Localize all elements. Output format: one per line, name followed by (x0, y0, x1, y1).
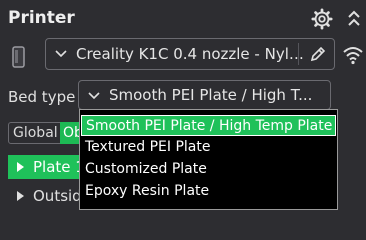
bed-type-select[interactable]: Smooth PEI Plate / High T... (78, 80, 331, 110)
printer-name: Creality K1C 0.4 nozzle - Nylon (76, 45, 304, 63)
section-title: Printer (8, 8, 75, 28)
dropdown-option-customized[interactable]: Customized Plate (81, 159, 336, 180)
wifi-icon[interactable] (342, 45, 364, 65)
tree-item-outside[interactable]: Outside (8, 184, 91, 208)
dropdown-option-smooth-pei[interactable]: Smooth PEI Plate / High Temp Plate (81, 115, 336, 136)
tab-objects[interactable]: Objects (60, 122, 80, 144)
divider (298, 43, 299, 65)
gear-icon[interactable] (310, 8, 334, 30)
bed-type-value: Smooth PEI Plate / High T... (109, 86, 313, 104)
bed-type-label: Bed type (8, 88, 76, 106)
dropdown-option-epoxy-resin[interactable]: Epoxy Resin Plate (81, 181, 336, 202)
tree-item-label: Plate 1 (33, 158, 85, 176)
expand-arrow-icon[interactable] (17, 162, 24, 172)
tab-global[interactable]: Global (8, 122, 63, 144)
chevron-up-double-icon[interactable] (346, 8, 362, 30)
chevron-down-icon (55, 50, 67, 58)
printer-select[interactable]: Creality K1C 0.4 nozzle - Nylon (45, 38, 335, 70)
bed-type-dropdown-list: Smooth PEI Plate / High Temp Plate Textu… (79, 109, 338, 210)
dropdown-option-textured-pei[interactable]: Textured PEI Plate (81, 137, 336, 158)
expand-arrow-icon[interactable] (17, 191, 24, 201)
printer-icon (12, 46, 25, 68)
pencil-icon[interactable] (308, 44, 328, 64)
tree-item-plate[interactable]: Plate 1 (8, 155, 85, 179)
chevron-down-icon (88, 92, 100, 100)
